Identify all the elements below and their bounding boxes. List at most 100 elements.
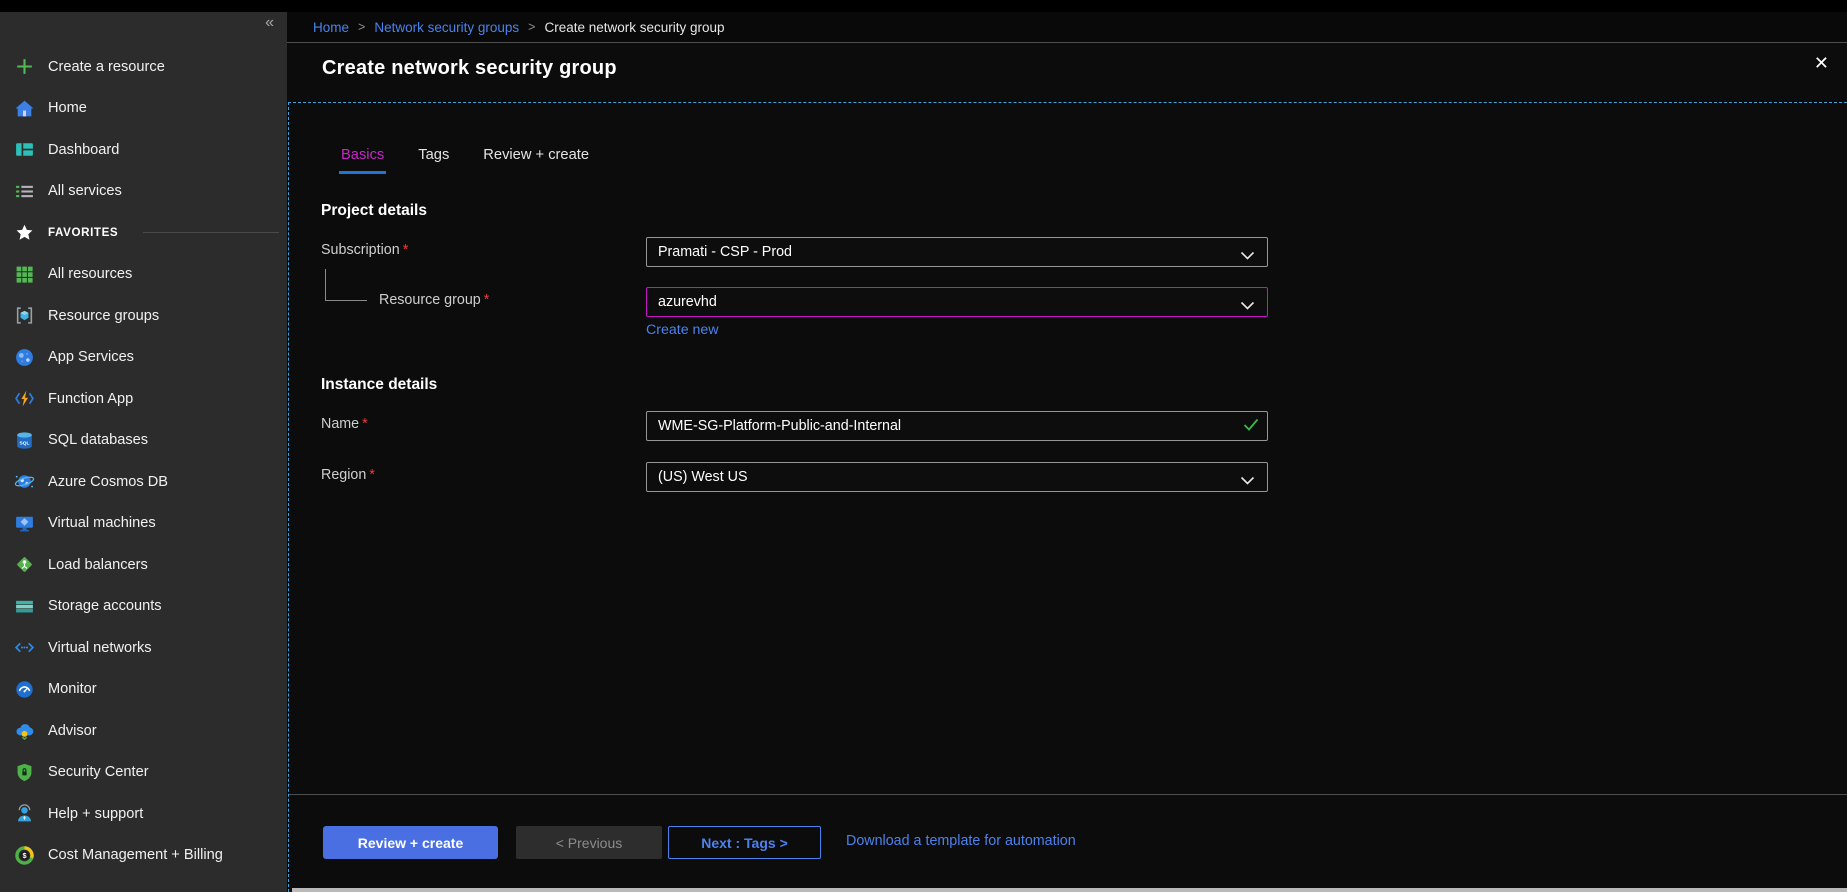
sidebar-item-dashboard[interactable]: Dashboard [0, 129, 287, 171]
collapse-sidebar-icon[interactable]: « [265, 15, 274, 31]
download-template-link[interactable]: Download a template for automation [846, 833, 1076, 849]
favorites-label: FAVORITES [48, 226, 118, 239]
plus-icon [14, 56, 35, 77]
review-create-button[interactable]: Review + create [323, 826, 498, 859]
region-value: (US) West US [658, 469, 748, 485]
tab-tags[interactable]: Tags [416, 147, 451, 174]
sidebar-item-resource-groups[interactable]: Resource groups [0, 295, 287, 337]
storage-icon [14, 596, 35, 617]
close-icon[interactable]: ✕ [1814, 54, 1829, 72]
azure-portal-screen: « Create a resource Home Dashboard All s… [0, 0, 1847, 892]
tab-basics[interactable]: Basics [339, 147, 386, 174]
sidebar-item-all-services[interactable]: All services [0, 171, 287, 213]
sidebar-item-label: Monitor [48, 681, 97, 697]
page-title: Create network security group [322, 57, 617, 80]
advisor-icon [14, 720, 35, 741]
project-details-heading: Project details [321, 202, 427, 220]
create-new-link[interactable]: Create new [646, 322, 719, 338]
resource-group-value: azurevhd [658, 294, 717, 310]
cosmos-db-icon [14, 471, 35, 492]
sidebar-item-all-resources[interactable]: All resources [0, 254, 287, 296]
chevron-right-icon: > [528, 20, 535, 34]
chevron-down-icon [1240, 298, 1255, 314]
sidebar-item-storage-accounts[interactable]: Storage accounts [0, 586, 287, 628]
sidebar-item-label: Dashboard [48, 142, 119, 158]
instance-details-heading: Instance details [321, 376, 437, 394]
resource-group-select[interactable]: azurevhd [646, 287, 1268, 317]
sidebar-item-help-support[interactable]: Help + support [0, 793, 287, 835]
sidebar-item-label: Virtual networks [48, 640, 152, 656]
previous-button[interactable]: < Previous [516, 826, 662, 859]
svg-text:$: $ [22, 851, 26, 860]
sidebar-item-app-services[interactable]: App Services [0, 337, 287, 379]
sidebar-item-label: Advisor [48, 723, 97, 739]
required-asterisk: * [369, 467, 375, 483]
resource-group-label: Resource group* [379, 292, 489, 308]
required-asterisk: * [403, 242, 409, 258]
sidebar-item-sql-databases[interactable]: SQL SQL databases [0, 420, 287, 462]
security-center-icon [14, 762, 35, 783]
sidebar-item-cost-management-billing[interactable]: $ Cost Management + Billing [0, 835, 287, 877]
required-asterisk: * [484, 292, 490, 308]
main-content: Home > Network security groups > Create … [287, 12, 1847, 892]
sidebar-item-label: Load balancers [48, 557, 148, 573]
breadcrumb-network-security-groups-link[interactable]: Network security groups [374, 20, 519, 35]
name-field-wrap [646, 411, 1268, 441]
sidebar-item-security-center[interactable]: Security Center [0, 752, 287, 794]
resource-group-connector-line [325, 269, 367, 301]
breadcrumb-home-link[interactable]: Home [313, 20, 349, 35]
sidebar-item-label: Create a resource [48, 59, 165, 75]
chevron-down-icon [1240, 473, 1255, 489]
subscription-value: Pramati - CSP - Prod [658, 244, 792, 260]
virtual-machine-icon [14, 513, 35, 534]
star-icon [14, 223, 35, 242]
home-icon [14, 98, 35, 119]
sidebar-item-virtual-networks[interactable]: Virtual networks [0, 627, 287, 669]
name-input[interactable] [646, 411, 1268, 441]
sidebar-item-label: All services [48, 183, 122, 199]
sidebar-item-advisor[interactable]: Advisor [0, 710, 287, 752]
sidebar-item-label: All resources [48, 266, 132, 282]
title-bar: Create network security group ✕ [287, 43, 1847, 94]
sidebar-item-label: Virtual machines [48, 515, 156, 531]
cost-management-icon: $ [14, 845, 35, 866]
sidebar-item-virtual-machines[interactable]: Virtual machines [0, 503, 287, 545]
dashboard-icon [14, 139, 35, 160]
sidebar-item-function-app[interactable]: Function App [0, 378, 287, 420]
top-strip [0, 0, 1847, 12]
region-select[interactable]: (US) West US [646, 462, 1268, 492]
svg-text:SQL: SQL [20, 440, 30, 446]
app-services-icon [14, 347, 35, 368]
next-tags-button[interactable]: Next : Tags > [668, 826, 821, 859]
help-support-icon [14, 803, 35, 824]
sidebar-item-label: Function App [48, 391, 133, 407]
sidebar-item-create-a-resource[interactable]: Create a resource [0, 46, 287, 88]
resource-groups-icon [14, 305, 35, 326]
function-app-icon [14, 388, 35, 409]
sidebar-item-home[interactable]: Home [0, 88, 287, 130]
sidebar-item-label: Help + support [48, 806, 143, 822]
subscription-select[interactable]: Pramati - CSP - Prod [646, 237, 1268, 267]
region-label: Region* [321, 467, 375, 483]
horizontal-scrollbar[interactable] [292, 888, 1847, 892]
sidebar-favorites-header: FAVORITES [0, 212, 287, 254]
sidebar-item-label: Home [48, 100, 87, 116]
sidebar-item-monitor[interactable]: Monitor [0, 669, 287, 711]
sidebar-item-load-balancers[interactable]: Load balancers [0, 544, 287, 586]
sidebar-item-azure-cosmos-db[interactable]: Azure Cosmos DB [0, 461, 287, 503]
sidebar-nav: Create a resource Home Dashboard All ser… [0, 12, 287, 876]
tab-review-create[interactable]: Review + create [481, 147, 591, 174]
sidebar-item-label: Storage accounts [48, 598, 162, 614]
load-balancer-icon [14, 554, 35, 575]
breadcrumb: Home > Network security groups > Create … [287, 12, 1847, 43]
sidebar-item-label: Resource groups [48, 308, 159, 324]
sidebar-item-label: SQL databases [48, 432, 148, 448]
sidebar: « Create a resource Home Dashboard All s… [0, 12, 287, 892]
sidebar-item-label: Azure Cosmos DB [48, 474, 168, 490]
list-icon [14, 181, 35, 202]
sidebar-item-label: Cost Management + Billing [48, 847, 223, 863]
sidebar-item-label: App Services [48, 349, 134, 365]
virtual-network-icon [14, 637, 35, 658]
grid-icon [14, 264, 35, 285]
checkmark-icon [1243, 418, 1259, 436]
